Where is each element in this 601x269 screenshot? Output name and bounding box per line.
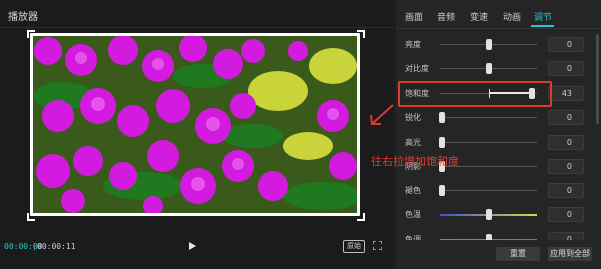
shadows-value[interactable]: 0 — [548, 159, 584, 174]
panel-tabs: 画面 音频 变速 动画 调节 — [396, 0, 601, 28]
highlights-label: 高光 — [405, 138, 421, 147]
fade-row: 褪色 0 — [396, 183, 601, 199]
tab-animation[interactable]: 动画 — [503, 10, 521, 23]
crop-corner-bottom-left[interactable] — [27, 213, 35, 221]
play-icon[interactable] — [189, 242, 196, 250]
brightness-label: 亮度 — [405, 40, 421, 49]
apply-to-all-button[interactable]: 应用到全部 — [548, 247, 592, 261]
fade-slider-track[interactable] — [440, 190, 537, 191]
brightness-value[interactable]: 0 — [548, 37, 584, 52]
tabs-divider — [396, 28, 601, 29]
temperature-slider-knob[interactable] — [486, 209, 492, 220]
temperature-value[interactable]: 0 — [548, 207, 584, 222]
contrast-value[interactable]: 0 — [548, 61, 584, 76]
sharpen-slider-track[interactable] — [440, 117, 537, 118]
contrast-label: 对比度 — [405, 64, 429, 73]
adjust-panel: 画面 音频 变速 动画 调节 亮度 0 对比度 0 饱和度 43 锐化 0 高光 — [396, 0, 601, 269]
highlights-row: 高光 0 — [396, 135, 601, 151]
tint-row: 色调 0 — [396, 232, 601, 240]
crop-corner-top-right[interactable] — [357, 30, 365, 38]
tint-value[interactable]: 0 — [548, 232, 584, 240]
temperature-row: 色温 0 — [396, 207, 601, 223]
ratio-button[interactable]: 原始 — [343, 240, 365, 253]
contrast-row: 对比度 0 — [396, 61, 601, 77]
total-time: 00:00:11 — [37, 242, 76, 251]
tint-slider-knob[interactable] — [486, 234, 492, 240]
crop-corner-top-left[interactable] — [27, 30, 35, 38]
saturation-value[interactable]: 43 — [548, 86, 584, 101]
highlights-slider-track[interactable] — [440, 142, 537, 143]
panel-scrollbar[interactable] — [596, 34, 599, 124]
brightness-slider-knob[interactable] — [486, 39, 492, 50]
crop-corner-bottom-right[interactable] — [357, 213, 365, 221]
annotation-arrow-icon — [370, 104, 394, 125]
player-divider — [0, 27, 393, 28]
video-preview[interactable] — [30, 33, 360, 216]
tab-audio[interactable]: 音频 — [437, 10, 455, 23]
sharpen-label: 锐化 — [405, 113, 421, 122]
reset-button[interactable]: 重置 — [496, 247, 540, 261]
saturation-highlight-box — [398, 81, 552, 107]
annotation-text: 往右拉增加饱和度 — [371, 155, 459, 168]
fade-value[interactable]: 0 — [548, 183, 584, 198]
active-tab-indicator — [531, 25, 554, 27]
sharpen-row: 锐化 0 — [396, 110, 601, 126]
player-title: 播放器 — [8, 12, 38, 23]
video-player-panel: 播放器 00:00:00 | 00:00:11 原始 — [0, 0, 393, 269]
contrast-slider-knob[interactable] — [486, 63, 492, 74]
fade-label: 褪色 — [405, 186, 421, 195]
tab-speed[interactable]: 变速 — [470, 10, 488, 23]
highlights-slider-knob[interactable] — [439, 137, 445, 148]
fade-slider-knob[interactable] — [439, 185, 445, 196]
temperature-label: 色温 — [405, 210, 421, 219]
brightness-row: 亮度 0 — [396, 37, 601, 53]
sharpen-slider-knob[interactable] — [439, 112, 445, 123]
tab-picture[interactable]: 画面 — [405, 10, 423, 23]
fullscreen-icon[interactable] — [373, 241, 382, 250]
video-image — [33, 36, 357, 213]
highlights-value[interactable]: 0 — [548, 135, 584, 150]
tint-label: 色调 — [405, 235, 421, 240]
sharpen-value[interactable]: 0 — [548, 110, 584, 125]
tab-adjust[interactable]: 调节 — [534, 10, 552, 23]
